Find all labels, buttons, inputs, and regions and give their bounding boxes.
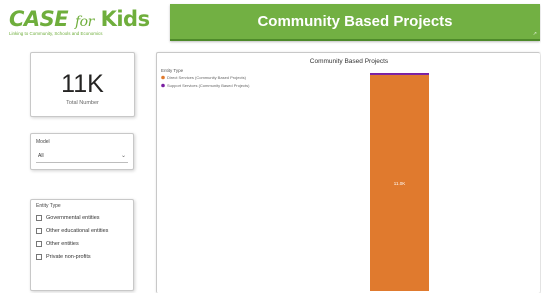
bar-data-label: 11.0K bbox=[394, 181, 405, 186]
legend-title: Entity Type bbox=[161, 68, 184, 73]
entity-type-title: Entity Type bbox=[36, 203, 61, 209]
chart-canvas: Community Based Projects Entity Type Direc… bbox=[161, 58, 429, 292]
logo-case-text: CASE bbox=[9, 7, 69, 31]
bar-segment bbox=[370, 73, 429, 75]
banner-corner-icon: ↗ bbox=[532, 31, 537, 37]
checkbox[interactable] bbox=[36, 253, 42, 260]
checkbox[interactable] bbox=[36, 240, 42, 247]
legend-label: Support Services (Community Based Projec… bbox=[167, 83, 250, 88]
kpi-label: Total Number bbox=[66, 100, 99, 106]
model-slicer-title: Model bbox=[36, 139, 50, 145]
legend-marker bbox=[161, 83, 165, 88]
entity-option-other[interactable]: Other entities bbox=[36, 237, 108, 250]
entity-option-label: Other educational entities bbox=[46, 227, 109, 234]
legend-marker bbox=[161, 75, 165, 80]
page-title-banner: Community Based Projects ↗ bbox=[170, 4, 540, 41]
entity-option-label: Other entities bbox=[46, 240, 79, 247]
model-slicer: Model All ⌄ bbox=[30, 133, 134, 170]
entity-type-slicer: Entity Type Governmental entities Other … bbox=[30, 199, 134, 291]
page-title: Community Based Projects bbox=[257, 13, 453, 30]
case-for-kids-logo: CASE for Kids Linking to Community, Scho… bbox=[9, 8, 159, 38]
total-number-card: 11K Total Number bbox=[30, 52, 135, 117]
kpi-value: 11K bbox=[61, 70, 104, 98]
entity-option-governmental[interactable]: Governmental entities bbox=[36, 211, 108, 224]
checkbox[interactable] bbox=[36, 227, 42, 234]
logo-tagline: Linking to Community, Schools and Econom… bbox=[9, 31, 103, 36]
entity-option-label: Private non-profits bbox=[46, 253, 91, 260]
entity-option-label: Governmental entities bbox=[46, 214, 100, 221]
legend-label: Direct Services (Community Based Project… bbox=[167, 75, 247, 80]
community-projects-chart: Community Based Projects Entity Type Direc… bbox=[156, 52, 540, 293]
entity-type-list: Governmental entities Other educational … bbox=[36, 211, 108, 263]
logo-kids-text: Kids bbox=[100, 7, 151, 31]
chevron-down-icon[interactable]: ⌄ bbox=[121, 152, 126, 159]
entity-option-private-nonprofit[interactable]: Private non-profits bbox=[36, 250, 108, 263]
chart-title: Community Based Projects bbox=[310, 58, 389, 65]
checkbox[interactable] bbox=[36, 214, 42, 221]
entity-option-other-educational[interactable]: Other educational entities bbox=[36, 224, 108, 237]
model-dropdown[interactable]: All ⌄ bbox=[36, 150, 128, 163]
logo-wordmark: CASE for Kids bbox=[9, 8, 150, 33]
logo-for-text: for bbox=[74, 14, 94, 30]
model-dropdown-value: All bbox=[38, 153, 44, 159]
